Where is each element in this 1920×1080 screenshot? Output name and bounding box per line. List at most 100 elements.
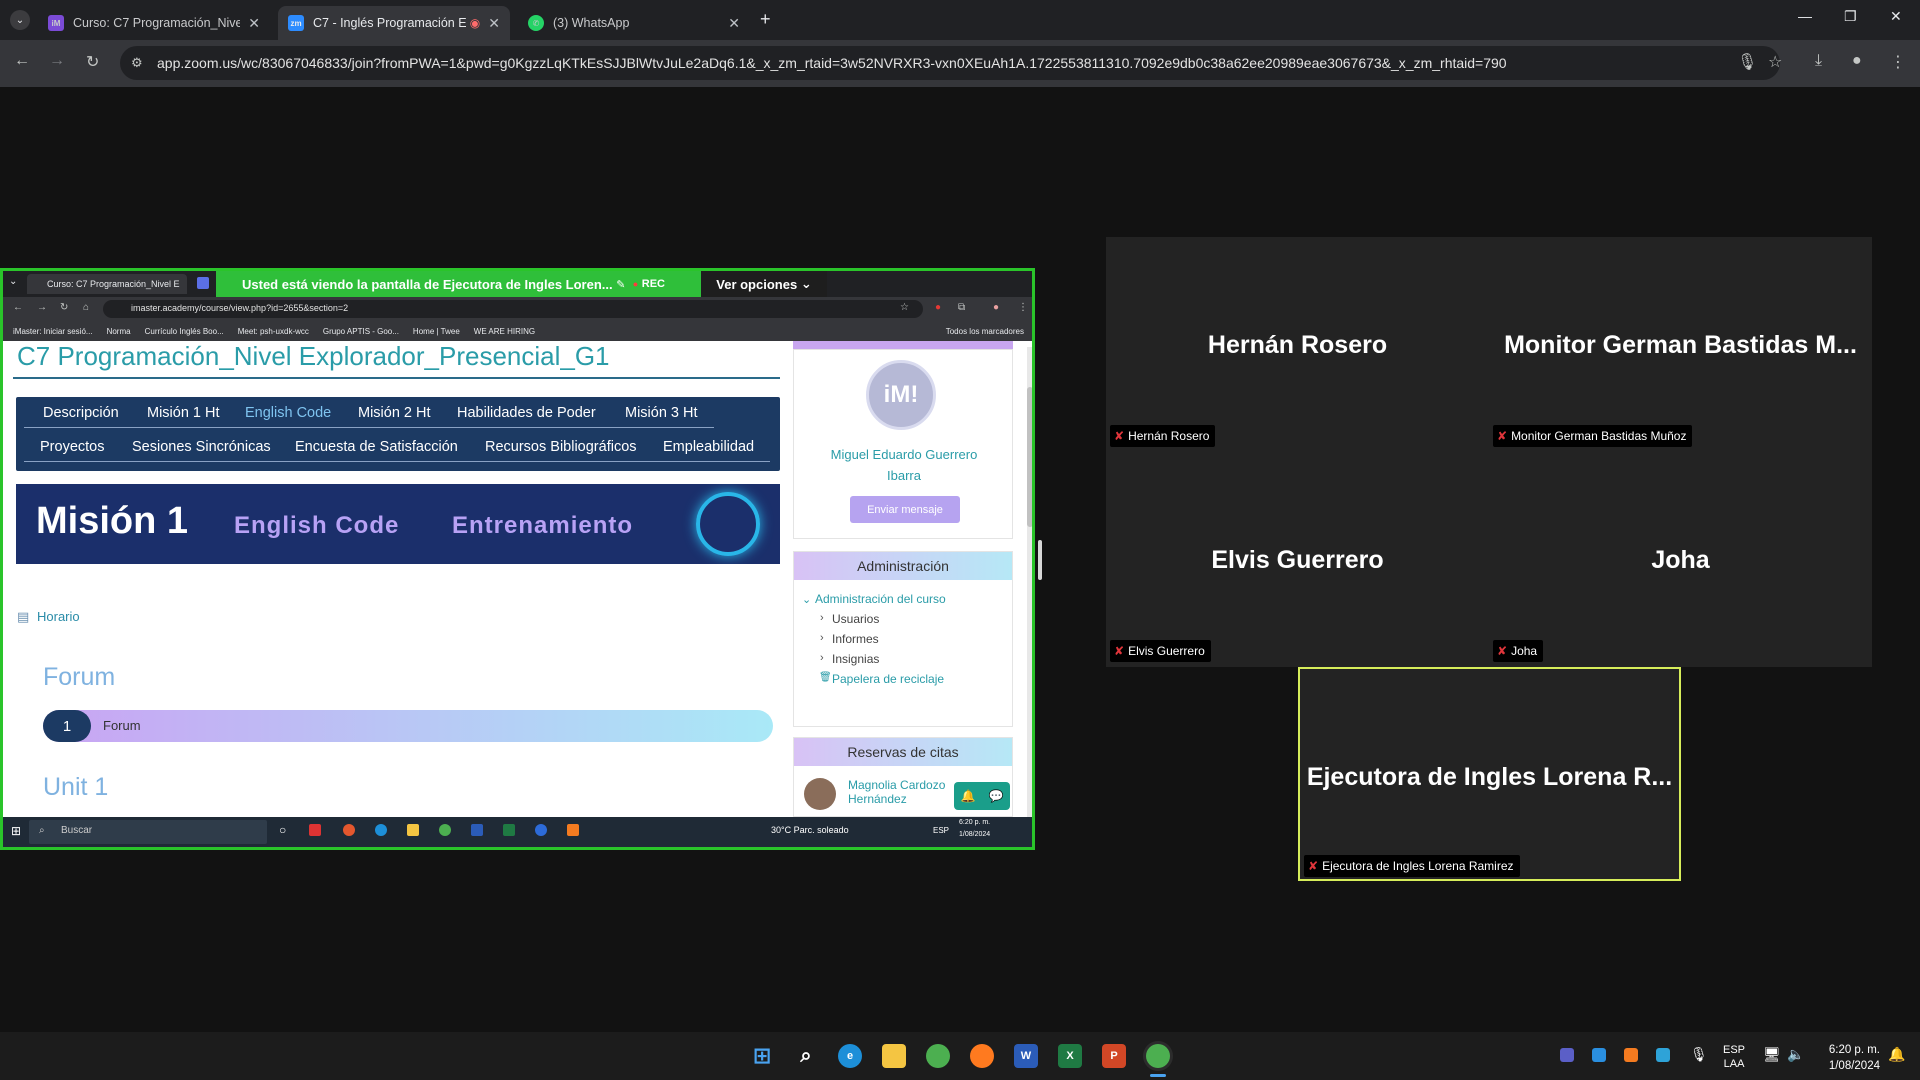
tab-title: Curso: C7 Programación_Nivel E (73, 16, 241, 30)
tab-search-button[interactable]: ⌄ (10, 10, 30, 30)
shared-url: imaster.academy/course/view.php?id=2655&… (131, 303, 349, 313)
nav-item: Empleabilidad (663, 439, 755, 455)
excel-icon[interactable]: X (1058, 1044, 1082, 1068)
restore-button[interactable]: ❐ (1844, 8, 1857, 25)
view-options-button[interactable]: Ver opciones ⌄ (701, 271, 827, 297)
split-resize-handle[interactable] (1038, 540, 1042, 580)
download-icon[interactable]: ⤓ (1815, 52, 1822, 70)
course-admin-link[interactable]: Administración del curso (815, 592, 946, 606)
folder-icon[interactable] (882, 1044, 906, 1068)
bookmarks-bar: iMaster: Iniciar sesió... Norma Currícul… (3, 321, 1032, 341)
powerpoint-icon[interactable]: P (1102, 1044, 1126, 1068)
menu-icon[interactable]: ⋮ (1890, 52, 1906, 72)
participant-name: Monitor German Bastidas M... (1504, 331, 1857, 359)
send-message-button[interactable]: Enviar mensaje (850, 496, 960, 523)
participant-label-text: Elvis Guerrero (1128, 644, 1205, 658)
admin-item[interactable]: Insignias (832, 652, 879, 666)
scrollbar[interactable] (1027, 347, 1032, 817)
mic-muted-icon: ✘ (1497, 644, 1508, 658)
skype-icon[interactable] (1592, 1048, 1606, 1062)
volume-icon[interactable]: 🔈 (1787, 1046, 1804, 1063)
network-icon[interactable]: 🖥 (1763, 1046, 1781, 1063)
active-speaker-tile: Ejecutora de Ingles Lorena R... ✘ Ejecuto… (1298, 667, 1681, 881)
defender-icon[interactable] (1656, 1048, 1670, 1062)
appointment-person[interactable]: Magnolia Cardozo Hernández (848, 778, 958, 806)
chrome-icon[interactable] (926, 1044, 950, 1068)
banner-training: Entrenamiento (452, 512, 634, 539)
admin-item[interactable]: Usuarios (832, 612, 879, 626)
close-tab-icon[interactable]: ✕ (248, 15, 260, 32)
minimize-button[interactable]: — (1798, 8, 1812, 24)
excel-icon (503, 824, 515, 836)
language-indicator[interactable]: ESP LAA (1723, 1043, 1745, 1071)
bell-icon[interactable]: 🔔 (961, 789, 976, 803)
participants-grid: Hernán Rosero ✘ Hernán Rosero Monitor Ger… (1106, 237, 1872, 667)
site-info-icon[interactable]: ⚙ (131, 55, 143, 71)
back-icon[interactable]: ← (14, 52, 30, 70)
active-speaker-label-text: Ejecutora de Ingles Lorena Ramirez (1322, 859, 1514, 873)
search-icon[interactable]: ⌕ (794, 1044, 818, 1068)
banner-mission: Misión 1 (36, 500, 189, 542)
participant-name: Joha (1651, 546, 1710, 574)
tab-curso[interactable]: iM Curso: C7 Programación_Nivel E ✕ (38, 6, 270, 40)
recording-icon: ◉ (469, 16, 481, 30)
profile-icon: ● (993, 302, 1000, 313)
bookmark-star-icon[interactable]: ☆ (1768, 52, 1782, 72)
reload-icon: ↻ (60, 302, 69, 313)
chevron-right-icon: › (820, 632, 824, 644)
bookmark-item: Grupo APTIS - Goo... (322, 326, 399, 336)
tray-app-icon[interactable] (1624, 1048, 1638, 1062)
teams-icon[interactable] (1560, 1048, 1574, 1062)
nav-item: Sesiones Sincrónicas (132, 439, 271, 455)
chevron-down-icon: ⌄ (800, 276, 812, 291)
banner-prefix: Usted está viendo la pantalla de (242, 276, 440, 292)
new-tab-button[interactable]: + (760, 9, 771, 30)
bookmark-item: Norma (106, 326, 131, 336)
microphone-icon[interactable]: 🎙 (1737, 52, 1757, 72)
close-window-button[interactable]: ✕ (1890, 8, 1902, 25)
forum-heading: Forum (43, 663, 116, 691)
clock[interactable]: 6:20 p. m. 1/08/2024 (1812, 1042, 1880, 1074)
appointments-title: Reservas de citas (794, 738, 1012, 766)
chrome-active-icon[interactable] (1146, 1044, 1170, 1068)
tab-whatsapp[interactable]: ✆ (3) WhatsApp ✕ (518, 6, 750, 40)
word-icon[interactable]: W (1014, 1044, 1038, 1068)
profile-icon[interactable]: ● (1852, 52, 1862, 70)
nav-item: Habilidades de Poder (457, 405, 596, 421)
microphone-icon[interactable]: 🎙 (1690, 1046, 1708, 1063)
chat-widget[interactable]: 🔔 💬 (954, 782, 1010, 810)
bookmark-item: iMaster: Iniciar sesió... (13, 326, 93, 336)
cortana-icon: ○ (279, 823, 287, 837)
menu-icon: ⋮ (1018, 302, 1028, 313)
close-tab-icon[interactable]: ✕ (488, 15, 500, 32)
close-tab-icon[interactable]: ✕ (728, 15, 740, 32)
notification-bell-icon[interactable]: 🔔 (1888, 1046, 1905, 1063)
shared-toolbar: ← → ↻ ⌂ imaster.academy/course/view.php?… (3, 297, 1032, 321)
trash-link[interactable]: Papelera de reciclaje (832, 672, 944, 686)
avatar: iM! (866, 360, 936, 430)
admin-item[interactable]: Informes (832, 632, 879, 646)
admin-title: Administración (794, 552, 1012, 580)
chevron-right-icon: › (820, 652, 824, 664)
taskbar-date: 1/08/2024 (959, 831, 991, 838)
forward-icon: → (37, 302, 47, 313)
forum-item[interactable]: 1 Forum (43, 710, 773, 742)
horario-link[interactable]: Horario (37, 609, 80, 624)
word-icon (471, 824, 483, 836)
start-icon[interactable]: ⊞ (750, 1043, 774, 1068)
firefox-icon[interactable] (970, 1044, 994, 1068)
unit-heading: Unit 1 (43, 773, 109, 801)
windows-icon: ⊞ (11, 824, 22, 838)
tab-zoom[interactable]: zm C7 - Inglés Programación E ◉ ✕ (278, 6, 510, 40)
nav-item: Misión 1 Ht (147, 405, 220, 421)
avatar (804, 778, 836, 810)
rec-label: REC (641, 278, 665, 290)
chrome-icon (439, 824, 451, 836)
edge-icon[interactable]: e (838, 1044, 862, 1068)
tab-title: (3) WhatsApp (553, 16, 630, 30)
nav-item: Misión 3 Ht (625, 405, 698, 421)
reload-icon[interactable]: ↻ (86, 52, 99, 72)
forward-icon[interactable]: → (49, 52, 65, 70)
chat-icon[interactable]: 💬 (989, 789, 1004, 803)
clock-date: 1/08/2024 (1828, 1060, 1880, 1072)
